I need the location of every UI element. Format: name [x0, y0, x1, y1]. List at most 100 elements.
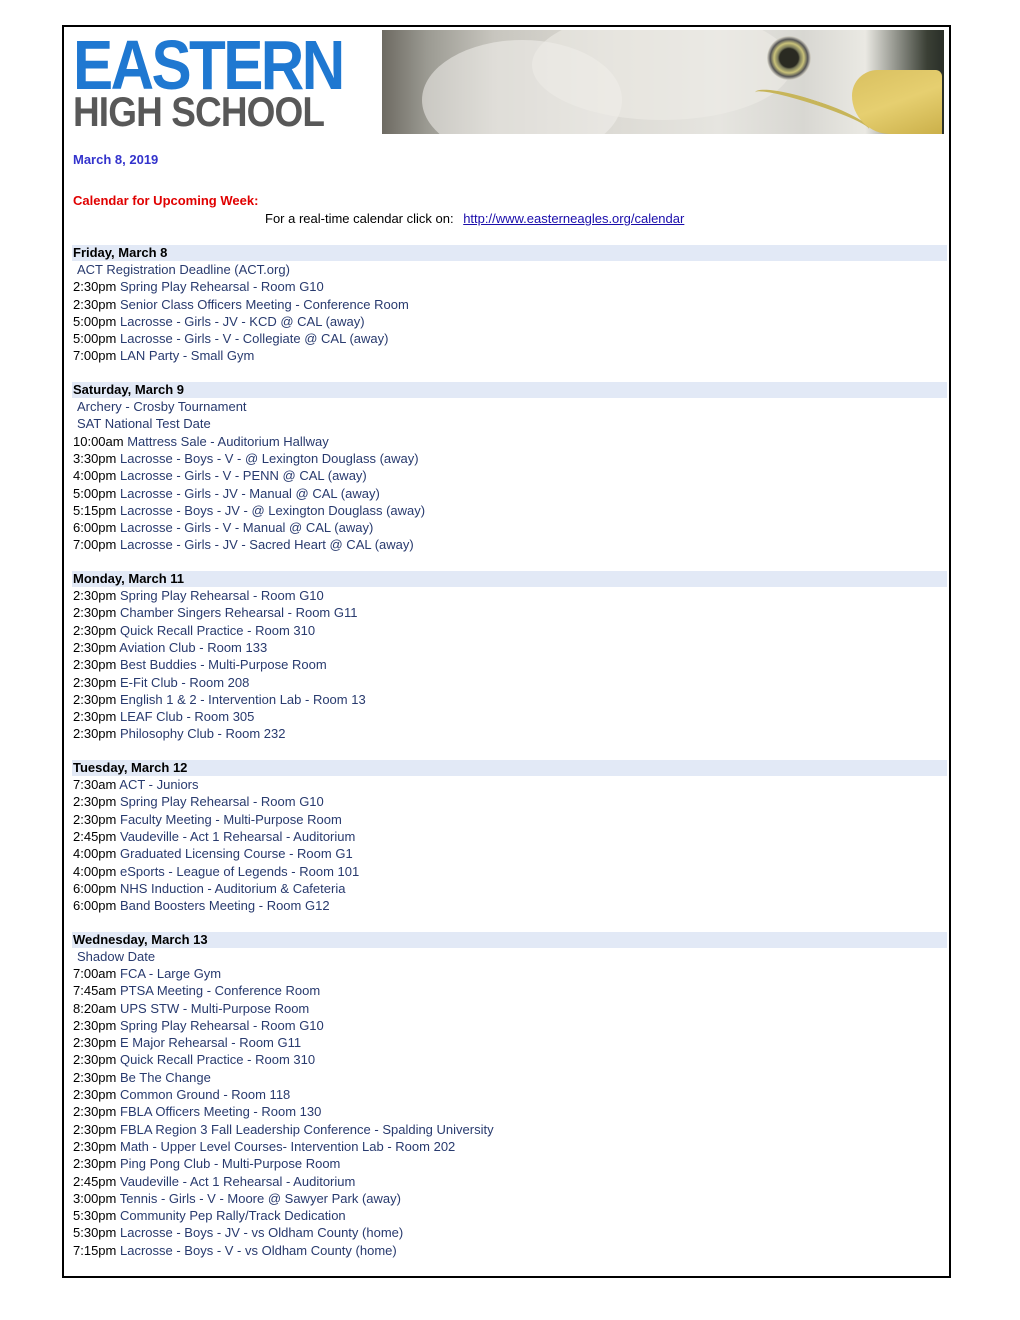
event-item[interactable]: ACT Registration Deadline (ACT.org)	[72, 261, 947, 278]
event-name[interactable]: Lacrosse - Girls - V - PENN @ CAL (away)	[120, 468, 367, 483]
event-name[interactable]: E Major Rehearsal - Room G11	[120, 1035, 301, 1050]
event-name[interactable]: FBLA Officers Meeting - Room 130	[120, 1104, 321, 1119]
event-item[interactable]: 4:00pm Graduated Licensing Course - Room…	[72, 845, 947, 862]
event-name[interactable]: Quick Recall Practice - Room 310	[120, 1052, 315, 1067]
event-name[interactable]: Lacrosse - Girls - V - Collegiate @ CAL …	[120, 331, 388, 346]
event-item[interactable]: 4:00pm eSports - League of Legends - Roo…	[72, 863, 947, 880]
event-name[interactable]: Math - Upper Level Courses- Intervention…	[120, 1139, 455, 1154]
event-name[interactable]: E-Fit Club - Room 208	[120, 675, 249, 690]
event-item[interactable]: 8:20am UPS STW - Multi-Purpose Room	[72, 1000, 947, 1017]
event-item[interactable]: 7:00pm LAN Party - Small Gym	[72, 347, 947, 364]
event-item[interactable]: 2:30pm Philosophy Club - Room 232	[72, 725, 947, 742]
event-item[interactable]: 2:30pm E-Fit Club - Room 208	[72, 674, 947, 691]
event-name[interactable]: Chamber Singers Rehearsal - Room G11	[120, 605, 357, 620]
event-name[interactable]: Shadow Date	[73, 949, 155, 964]
event-item[interactable]: 7:00pm Lacrosse - Girls - JV - Sacred He…	[72, 536, 947, 553]
event-name[interactable]: SAT National Test Date	[73, 416, 211, 431]
event-name[interactable]: Lacrosse - Boys - V - @ Lexington Dougla…	[120, 451, 419, 466]
event-item[interactable]: 2:30pm LEAF Club - Room 305	[72, 708, 947, 725]
event-name[interactable]: LAN Party - Small Gym	[120, 348, 254, 363]
calendar-link[interactable]: http://www.easterneagles.org/calendar	[463, 211, 684, 226]
event-name[interactable]: Common Ground - Room 118	[120, 1087, 290, 1102]
event-name[interactable]: Spring Play Rehearsal - Room G10	[120, 1018, 324, 1033]
event-item[interactable]: 2:30pm Spring Play Rehearsal - Room G10	[72, 1017, 947, 1034]
event-item[interactable]: 2:30pm Aviation Club - Room 133	[72, 639, 947, 656]
event-item[interactable]: 4:00pm Lacrosse - Girls - V - PENN @ CAL…	[72, 467, 947, 484]
event-name[interactable]: Vaudeville - Act 1 Rehearsal - Auditoriu…	[120, 829, 355, 844]
event-item[interactable]: 3:30pm Lacrosse - Boys - V - @ Lexington…	[72, 450, 947, 467]
event-item[interactable]: 2:30pm Best Buddies - Multi-Purpose Room	[72, 656, 947, 673]
event-name[interactable]: Senior Class Officers Meeting - Conferen…	[120, 297, 409, 312]
event-item[interactable]: 5:00pm Lacrosse - Girls - V - Collegiate…	[72, 330, 947, 347]
event-item[interactable]: 2:30pm Math - Upper Level Courses- Inter…	[72, 1138, 947, 1155]
event-item[interactable]: 2:30pm Spring Play Rehearsal - Room G10	[72, 278, 947, 295]
event-item[interactable]: 6:00pm Band Boosters Meeting - Room G12	[72, 897, 947, 914]
event-item[interactable]: 5:00pm Lacrosse - Girls - JV - Manual @ …	[72, 485, 947, 502]
event-name[interactable]: Spring Play Rehearsal - Room G10	[120, 794, 324, 809]
event-name[interactable]: Faculty Meeting - Multi-Purpose Room	[120, 812, 342, 827]
event-item[interactable]: 7:15pm Lacrosse - Boys - V - vs Oldham C…	[72, 1242, 947, 1259]
event-name[interactable]: Lacrosse - Boys - V - vs Oldham County (…	[120, 1243, 397, 1258]
event-item[interactable]: 6:00pm NHS Induction - Auditorium & Cafe…	[72, 880, 947, 897]
event-name[interactable]: ACT Registration Deadline (ACT.org)	[73, 262, 290, 277]
event-name[interactable]: Lacrosse - Girls - JV - Sacred Heart @ C…	[120, 537, 414, 552]
event-item[interactable]: 2:45pm Vaudeville - Act 1 Rehearsal - Au…	[72, 828, 947, 845]
event-name[interactable]: Lacrosse - Boys - JV - @ Lexington Dougl…	[120, 503, 425, 518]
event-item[interactable]: 2:30pm Faculty Meeting - Multi-Purpose R…	[72, 811, 947, 828]
event-item[interactable]: 5:30pm Community Pep Rally/Track Dedicat…	[72, 1207, 947, 1224]
event-item[interactable]: 2:30pm FBLA Officers Meeting - Room 130	[72, 1103, 947, 1120]
event-name[interactable]: FCA - Large Gym	[120, 966, 221, 981]
event-name[interactable]: Lacrosse - Boys - JV - vs Oldham County …	[120, 1225, 403, 1240]
event-item[interactable]: 7:00am FCA - Large Gym	[72, 965, 947, 982]
event-item[interactable]: 5:30pm Lacrosse - Boys - JV - vs Oldham …	[72, 1224, 947, 1241]
event-name[interactable]: FBLA Region 3 Fall Leadership Conference…	[120, 1122, 494, 1137]
event-name[interactable]: NHS Induction - Auditorium & Cafeteria	[120, 881, 345, 896]
event-name[interactable]: Best Buddies - Multi-Purpose Room	[120, 657, 327, 672]
event-item[interactable]: 2:30pm Senior Class Officers Meeting - C…	[72, 296, 947, 313]
event-item[interactable]: 7:45am PTSA Meeting - Conference Room	[72, 982, 947, 999]
event-item[interactable]: 2:30pm Common Ground - Room 118	[72, 1086, 947, 1103]
event-item[interactable]: 2:45pm Vaudeville - Act 1 Rehearsal - Au…	[72, 1173, 947, 1190]
event-name[interactable]: Vaudeville - Act 1 Rehearsal - Auditoriu…	[120, 1174, 355, 1189]
event-name[interactable]: Spring Play Rehearsal - Room G10	[120, 588, 324, 603]
event-name[interactable]: Graduated Licensing Course - Room G1	[120, 846, 353, 861]
event-item[interactable]: SAT National Test Date	[72, 415, 947, 432]
event-name[interactable]: LEAF Club - Room 305	[120, 709, 254, 724]
event-name[interactable]: Lacrosse - Girls - V - Manual @ CAL (awa…	[120, 520, 373, 535]
event-item[interactable]: 2:30pm Quick Recall Practice - Room 310	[72, 622, 947, 639]
event-item[interactable]: 2:30pm Quick Recall Practice - Room 310	[72, 1051, 947, 1068]
event-item[interactable]: 2:30pm FBLA Region 3 Fall Leadership Con…	[72, 1121, 947, 1138]
event-name[interactable]: Spring Play Rehearsal - Room G10	[120, 279, 324, 294]
event-item[interactable]: 2:30pm Spring Play Rehearsal - Room G10	[72, 793, 947, 810]
event-name[interactable]: Lacrosse - Girls - JV - Manual @ CAL (aw…	[120, 486, 380, 501]
event-name[interactable]: Band Boosters Meeting - Room G12	[120, 898, 330, 913]
event-item[interactable]: 3:00pm Tennis - Girls - V - Moore @ Sawy…	[72, 1190, 947, 1207]
event-name[interactable]: Aviation Club - Room 133	[119, 640, 267, 655]
event-item[interactable]: 7:30am ACT - Juniors	[72, 776, 947, 793]
event-item[interactable]: 2:30pm Spring Play Rehearsal - Room G10	[72, 587, 947, 604]
event-item[interactable]: Archery - Crosby Tournament	[72, 398, 947, 415]
event-item[interactable]: 2:30pm Ping Pong Club - Multi-Purpose Ro…	[72, 1155, 947, 1172]
event-item[interactable]: 2:30pm Chamber Singers Rehearsal - Room …	[72, 604, 947, 621]
event-name[interactable]: Lacrosse - Girls - JV - KCD @ CAL (away)	[120, 314, 365, 329]
event-item[interactable]: Shadow Date	[72, 948, 947, 965]
event-name[interactable]: Tennis - Girls - V - Moore @ Sawyer Park…	[120, 1191, 401, 1206]
event-item[interactable]: 5:15pm Lacrosse - Boys - JV - @ Lexingto…	[72, 502, 947, 519]
event-name[interactable]: Philosophy Club - Room 232	[120, 726, 285, 741]
event-name[interactable]: Be The Change	[120, 1070, 211, 1085]
event-item[interactable]: 6:00pm Lacrosse - Girls - V - Manual @ C…	[72, 519, 947, 536]
event-name[interactable]: Mattress Sale - Auditorium Hallway	[127, 434, 329, 449]
event-item[interactable]: 5:00pm Lacrosse - Girls - JV - KCD @ CAL…	[72, 313, 947, 330]
event-item[interactable]: 2:30pm Be The Change	[72, 1069, 947, 1086]
event-name[interactable]: PTSA Meeting - Conference Room	[120, 983, 320, 998]
event-item[interactable]: 2:30pm English 1 & 2 - Intervention Lab …	[72, 691, 947, 708]
event-name[interactable]: ACT - Juniors	[119, 777, 198, 792]
event-name[interactable]: eSports - League of Legends - Room 101	[120, 864, 359, 879]
event-name[interactable]: UPS STW - Multi-Purpose Room	[120, 1001, 309, 1016]
event-name[interactable]: English 1 & 2 - Intervention Lab - Room …	[120, 692, 366, 707]
event-item[interactable]: 10:00am Mattress Sale - Auditorium Hallw…	[72, 433, 947, 450]
event-name[interactable]: Archery - Crosby Tournament	[73, 399, 247, 414]
event-name[interactable]: Quick Recall Practice - Room 310	[120, 623, 315, 638]
event-item[interactable]: 2:30pm E Major Rehearsal - Room G11	[72, 1034, 947, 1051]
event-name[interactable]: Community Pep Rally/Track Dedication	[120, 1208, 346, 1223]
